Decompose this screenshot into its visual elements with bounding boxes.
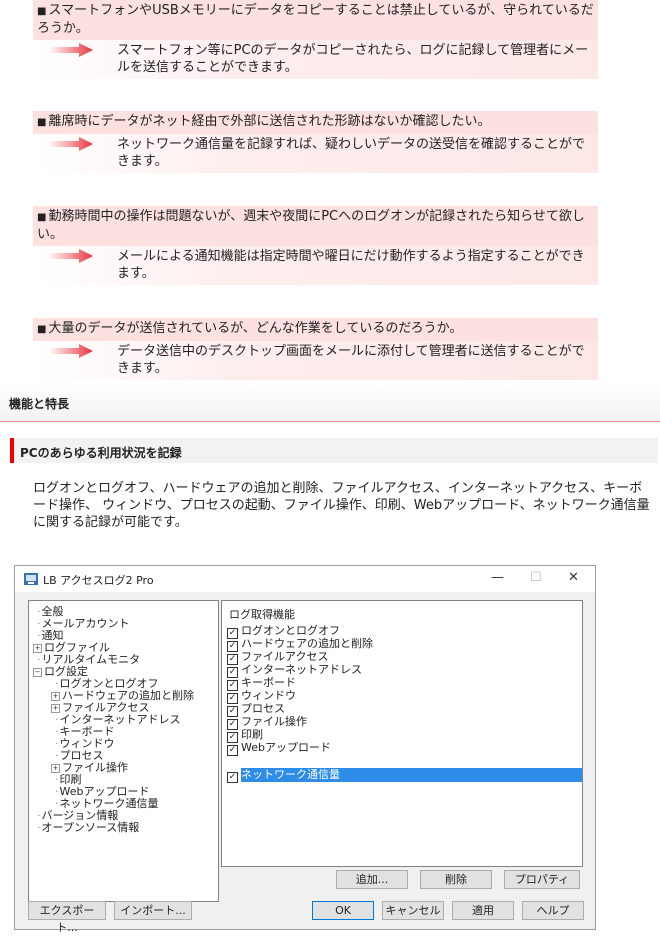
expand-icon[interactable]: +: [51, 704, 60, 713]
arrow-right-icon: [49, 344, 93, 358]
accent-bar: [10, 438, 14, 463]
export-button[interactable]: エクスポート...: [28, 901, 106, 934]
log-item-file-operation[interactable]: ✓ ファイル操作: [227, 716, 307, 730]
window-title: LB アクセスログ2 Pro: [43, 574, 154, 587]
app-window: LB アクセスログ2 Pro — ☐ ✕ ·全般 ·メールアカウント ·通知 +…: [14, 565, 596, 934]
faq-item-4: ■ 大量のデータが送信されているが、どんな作業をしているのだろうか。 データ送信中…: [33, 318, 598, 380]
faq-answer: スマートフォン等にPCのデータがコピーされたら、ログに記録して管理者にメールを送…: [33, 40, 598, 79]
log-function-panel: ログ取得機能 ✓ ログオンとログオフ ✓ ハードウェアの追加と削除 ✓ ファイルアクセ…: [221, 600, 583, 867]
collapse-icon[interactable]: −: [33, 668, 42, 677]
cancel-button[interactable]: キャンセル: [382, 901, 444, 920]
log-item-window[interactable]: ✓ ウィンドウ: [227, 690, 296, 704]
log-item-web-upload[interactable]: ✓ Webアップロード: [227, 742, 331, 756]
faq-question: ■ 離席時にデータがネット経由で外部に送信された形跡はないか確認したい。: [33, 111, 598, 134]
log-item-logon-logoff[interactable]: ✓ ログオンとログオフ: [227, 625, 340, 639]
ok-button[interactable]: OK: [312, 901, 374, 920]
delete-button[interactable]: 削除: [420, 870, 492, 889]
arrow-right-icon: [49, 137, 93, 151]
log-item-print[interactable]: ✓ 印刷: [227, 729, 263, 743]
log-item-hardware[interactable]: ✓ ハードウェアの追加と削除: [227, 638, 373, 652]
log-item-internet-address[interactable]: ✓ インターネットアドレス: [227, 664, 362, 678]
app-icon: [24, 573, 38, 585]
expand-icon[interactable]: +: [51, 692, 60, 701]
faq-question: ■ スマートフォンやUSBメモリーにデータをコピーすることは禁止しているが、守られ…: [33, 0, 598, 40]
expand-icon[interactable]: +: [33, 644, 42, 653]
tree-item-open-source-info[interactable]: ·オープンソース情報: [37, 822, 139, 834]
import-button[interactable]: インポート...: [114, 901, 192, 920]
add-button[interactable]: 追加...: [336, 870, 408, 889]
faq-answer: データ送信中のデスクトップ画面をメールに添付して管理者に送信することができます。: [33, 341, 598, 380]
square-bullet-icon: ■: [37, 117, 47, 128]
square-bullet-icon: ■: [37, 212, 47, 223]
log-item-keyboard[interactable]: ✓ キーボード: [227, 677, 296, 691]
expand-icon[interactable]: +: [51, 764, 60, 773]
faq-answer: ネットワーク通信量を記録すれば、疑わしいデータの送受信を確認することができます。: [33, 134, 598, 173]
checkbox-checked-icon[interactable]: ✓: [227, 772, 238, 783]
faq-item-2: ■ 離席時にデータがネット経由で外部に送信された形跡はないか確認したい。 ネットワ…: [33, 111, 598, 173]
help-button[interactable]: ヘルプ: [522, 901, 584, 920]
faq-question: ■ 大量のデータが送信されているが、どんな作業をしているのだろうか。: [33, 318, 598, 341]
properties-button[interactable]: プロパティ: [504, 870, 580, 889]
arrow-right-icon: [49, 43, 93, 57]
faq-item-1: ■ スマートフォンやUSBメモリーにデータをコピーすることは禁止しているが、守られ…: [33, 0, 598, 79]
subsection-header: PCのあらゆる利用状況を記録: [10, 438, 658, 463]
subsection-title: PCのあらゆる利用状況を記録: [20, 446, 182, 460]
checkbox-checked-icon[interactable]: ✓: [227, 745, 238, 756]
log-item-file-access[interactable]: ✓ ファイルアクセス: [227, 651, 328, 665]
feature-description: ログオンとログオフ、ハードウェアの追加と削除、ファイルアクセス、インターネットア…: [33, 481, 650, 530]
section-header: 機能と特長: [0, 381, 660, 422]
panel-title: ログ取得機能: [229, 608, 295, 621]
faq-question: ■ 勤務時間中の操作は問題ないが、週末や夜間にPCへのログオンが記録されたら知らせ…: [33, 206, 598, 246]
log-item-network-traffic[interactable]: ✓ ネットワーク通信量: [227, 769, 340, 783]
apply-button[interactable]: 適用: [452, 901, 514, 920]
arrow-right-icon: [49, 249, 93, 263]
square-bullet-icon: ■: [37, 324, 47, 335]
title-bar: LB アクセスログ2 Pro — ☐ ✕: [15, 566, 595, 592]
maximize-button[interactable]: ☐: [530, 570, 542, 585]
section-title: 機能と特長: [9, 397, 70, 411]
square-bullet-icon: ■: [37, 6, 47, 17]
faq-answer: メールによる通知機能は指定時間や曜日にだけ動作するよう指定することができます。: [33, 246, 598, 285]
settings-tree[interactable]: ·全般 ·メールアカウント ·通知 + ログファイル ·リアルタイムモニタ − ログ…: [28, 600, 219, 902]
minimize-button[interactable]: —: [491, 570, 504, 585]
log-item-process[interactable]: ✓ プロセス: [227, 703, 285, 717]
close-button[interactable]: ✕: [568, 570, 579, 585]
faq-item-3: ■ 勤務時間中の操作は問題ないが、週末や夜間にPCへのログオンが記録されたら知らせ…: [33, 206, 598, 285]
